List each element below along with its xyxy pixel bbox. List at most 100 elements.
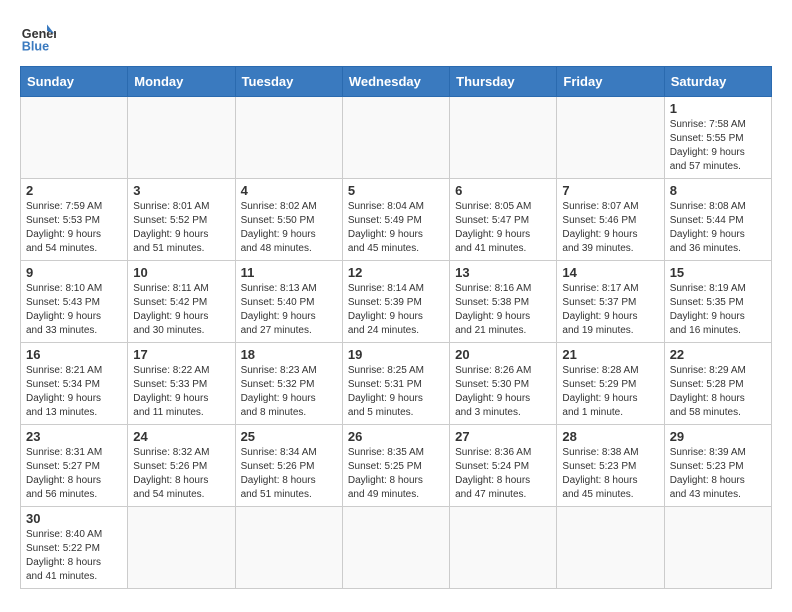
calendar-cell: 20 Sunrise: 8:26 AM Sunset: 5:30 PM Dayli…	[450, 343, 557, 425]
day-info: Sunrise: 8:23 AM Sunset: 5:32 PM Dayligh…	[241, 364, 337, 420]
day-number: 5	[348, 183, 444, 198]
day-number: 13	[455, 265, 551, 280]
calendar-cell	[557, 97, 664, 179]
calendar-cell	[21, 97, 128, 179]
calendar-cell	[128, 507, 235, 589]
day-number: 26	[348, 429, 444, 444]
day-info: Sunrise: 8:36 AM Sunset: 5:24 PM Dayligh…	[455, 446, 551, 502]
day-number: 15	[670, 265, 766, 280]
calendar-cell	[664, 507, 771, 589]
day-info: Sunrise: 8:38 AM Sunset: 5:23 PM Dayligh…	[562, 446, 658, 502]
day-info: Sunrise: 8:17 AM Sunset: 5:37 PM Dayligh…	[562, 282, 658, 338]
calendar-cell: 19 Sunrise: 8:25 AM Sunset: 5:31 PM Dayli…	[342, 343, 449, 425]
day-info: Sunrise: 8:25 AM Sunset: 5:31 PM Dayligh…	[348, 364, 444, 420]
calendar-cell: 27 Sunrise: 8:36 AM Sunset: 5:24 PM Dayli…	[450, 425, 557, 507]
day-info: Sunrise: 8:22 AM Sunset: 5:33 PM Dayligh…	[133, 364, 229, 420]
day-number: 18	[241, 347, 337, 362]
day-info: Sunrise: 8:11 AM Sunset: 5:42 PM Dayligh…	[133, 282, 229, 338]
day-info: Sunrise: 8:39 AM Sunset: 5:23 PM Dayligh…	[670, 446, 766, 502]
calendar-cell: 16 Sunrise: 8:21 AM Sunset: 5:34 PM Dayli…	[21, 343, 128, 425]
calendar-cell: 6Sunrise: 8:05 AM Sunset: 5:47 PM Daylig…	[450, 179, 557, 261]
calendar-cell: 3 Sunrise: 8:01 AM Sunset: 5:52 PM Daylig…	[128, 179, 235, 261]
calendar-cell	[342, 97, 449, 179]
day-info: Sunrise: 8:10 AM Sunset: 5:43 PM Dayligh…	[26, 282, 122, 338]
weekday-header: Monday	[128, 67, 235, 97]
day-info: Sunrise: 8:28 AM Sunset: 5:29 PM Dayligh…	[562, 364, 658, 420]
calendar-cell: 7 Sunrise: 8:07 AM Sunset: 5:46 PM Daylig…	[557, 179, 664, 261]
day-number: 17	[133, 347, 229, 362]
day-number: 21	[562, 347, 658, 362]
weekday-header: Sunday	[21, 67, 128, 97]
day-number: 29	[670, 429, 766, 444]
calendar-cell: 24Sunrise: 8:32 AM Sunset: 5:26 PM Dayli…	[128, 425, 235, 507]
calendar-cell: 17 Sunrise: 8:22 AM Sunset: 5:33 PM Dayli…	[128, 343, 235, 425]
calendar-cell: 1 Sunrise: 7:58 AM Sunset: 5:55 PM Daylig…	[664, 97, 771, 179]
calendar-cell: 25Sunrise: 8:34 AM Sunset: 5:26 PM Dayli…	[235, 425, 342, 507]
day-number: 7	[562, 183, 658, 198]
day-info: Sunrise: 8:13 AM Sunset: 5:40 PM Dayligh…	[241, 282, 337, 338]
calendar-cell: 21 Sunrise: 8:28 AM Sunset: 5:29 PM Dayli…	[557, 343, 664, 425]
day-number: 12	[348, 265, 444, 280]
calendar-cell: 14Sunrise: 8:17 AM Sunset: 5:37 PM Dayli…	[557, 261, 664, 343]
calendar-week-row: 30 Sunrise: 8:40 AM Sunset: 5:22 PM Dayli…	[21, 507, 772, 589]
calendar-cell: 4 Sunrise: 8:02 AM Sunset: 5:50 PM Daylig…	[235, 179, 342, 261]
calendar-cell: 12 Sunrise: 8:14 AM Sunset: 5:39 PM Dayli…	[342, 261, 449, 343]
day-info: Sunrise: 8:04 AM Sunset: 5:49 PM Dayligh…	[348, 200, 444, 256]
day-number: 19	[348, 347, 444, 362]
calendar-cell	[128, 97, 235, 179]
day-number: 24	[133, 429, 229, 444]
logo-icon: General Blue	[20, 20, 56, 56]
day-info: Sunrise: 8:26 AM Sunset: 5:30 PM Dayligh…	[455, 364, 551, 420]
calendar-cell: 26Sunrise: 8:35 AM Sunset: 5:25 PM Dayli…	[342, 425, 449, 507]
day-number: 27	[455, 429, 551, 444]
day-number: 20	[455, 347, 551, 362]
day-info: Sunrise: 8:08 AM Sunset: 5:44 PM Dayligh…	[670, 200, 766, 256]
svg-text:Blue: Blue	[22, 40, 49, 54]
day-number: 4	[241, 183, 337, 198]
day-info: Sunrise: 8:21 AM Sunset: 5:34 PM Dayligh…	[26, 364, 122, 420]
calendar-cell	[235, 507, 342, 589]
calendar-header-row: SundayMondayTuesdayWednesdayThursdayFrid…	[21, 67, 772, 97]
day-number: 1	[670, 101, 766, 116]
day-number: 3	[133, 183, 229, 198]
day-number: 25	[241, 429, 337, 444]
day-number: 30	[26, 511, 122, 526]
calendar-cell: 8Sunrise: 8:08 AM Sunset: 5:44 PM Daylig…	[664, 179, 771, 261]
page-header: General Blue	[20, 20, 772, 56]
calendar-cell: 22Sunrise: 8:29 AM Sunset: 5:28 PM Dayli…	[664, 343, 771, 425]
day-info: Sunrise: 8:07 AM Sunset: 5:46 PM Dayligh…	[562, 200, 658, 256]
weekday-header: Thursday	[450, 67, 557, 97]
calendar-week-row: 16 Sunrise: 8:21 AM Sunset: 5:34 PM Dayli…	[21, 343, 772, 425]
calendar-cell: 28 Sunrise: 8:38 AM Sunset: 5:23 PM Dayli…	[557, 425, 664, 507]
calendar-cell: 13Sunrise: 8:16 AM Sunset: 5:38 PM Dayli…	[450, 261, 557, 343]
calendar-week-row: 9Sunrise: 8:10 AM Sunset: 5:43 PM Daylig…	[21, 261, 772, 343]
calendar-week-row: 1 Sunrise: 7:58 AM Sunset: 5:55 PM Daylig…	[21, 97, 772, 179]
day-info: Sunrise: 8:14 AM Sunset: 5:39 PM Dayligh…	[348, 282, 444, 338]
weekday-header: Friday	[557, 67, 664, 97]
calendar-cell: 15 Sunrise: 8:19 AM Sunset: 5:35 PM Dayli…	[664, 261, 771, 343]
day-number: 28	[562, 429, 658, 444]
calendar-cell	[450, 507, 557, 589]
day-info: Sunrise: 8:40 AM Sunset: 5:22 PM Dayligh…	[26, 528, 122, 584]
day-info: Sunrise: 8:02 AM Sunset: 5:50 PM Dayligh…	[241, 200, 337, 256]
day-number: 2	[26, 183, 122, 198]
calendar-cell: 11 Sunrise: 8:13 AM Sunset: 5:40 PM Dayli…	[235, 261, 342, 343]
calendar-week-row: 23Sunrise: 8:31 AM Sunset: 5:27 PM Dayli…	[21, 425, 772, 507]
calendar-cell: 5 Sunrise: 8:04 AM Sunset: 5:49 PM Daylig…	[342, 179, 449, 261]
day-number: 11	[241, 265, 337, 280]
calendar-cell: 23Sunrise: 8:31 AM Sunset: 5:27 PM Dayli…	[21, 425, 128, 507]
calendar-cell: 18 Sunrise: 8:23 AM Sunset: 5:32 PM Dayli…	[235, 343, 342, 425]
day-info: Sunrise: 8:01 AM Sunset: 5:52 PM Dayligh…	[133, 200, 229, 256]
calendar-cell	[342, 507, 449, 589]
calendar-cell: 2Sunrise: 7:59 AM Sunset: 5:53 PM Daylig…	[21, 179, 128, 261]
logo: General Blue	[20, 20, 62, 56]
calendar-week-row: 2Sunrise: 7:59 AM Sunset: 5:53 PM Daylig…	[21, 179, 772, 261]
day-number: 16	[26, 347, 122, 362]
day-number: 10	[133, 265, 229, 280]
day-number: 22	[670, 347, 766, 362]
day-info: Sunrise: 7:58 AM Sunset: 5:55 PM Dayligh…	[670, 118, 766, 174]
calendar-cell	[557, 507, 664, 589]
day-info: Sunrise: 8:19 AM Sunset: 5:35 PM Dayligh…	[670, 282, 766, 338]
day-number: 6	[455, 183, 551, 198]
calendar-cell	[450, 97, 557, 179]
